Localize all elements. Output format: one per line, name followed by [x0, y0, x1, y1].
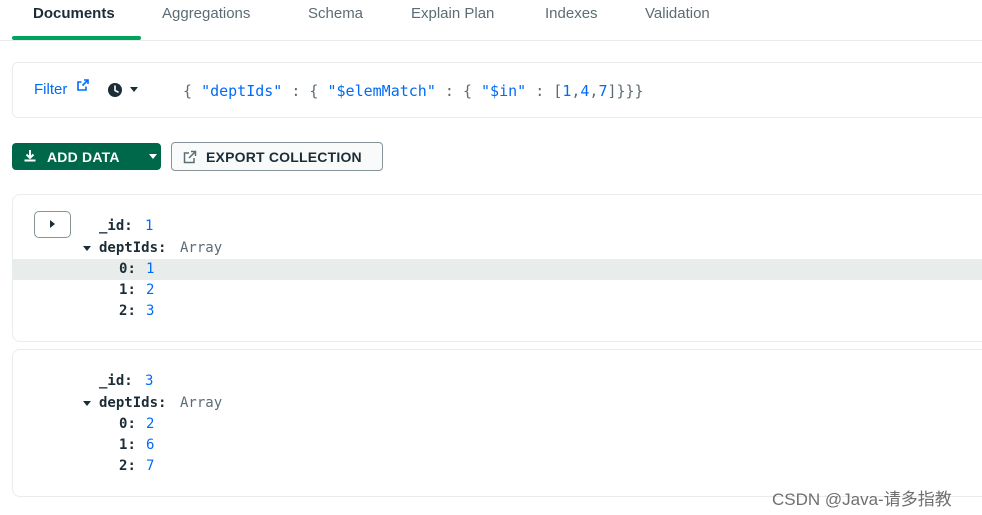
- field-type: Array: [180, 395, 223, 411]
- array-item-row: 1: 2: [13, 280, 982, 301]
- filter-bar: Filter { "deptIds" : { "$elemMatch" : { …: [12, 62, 982, 118]
- tab-documents[interactable]: Documents: [33, 0, 115, 41]
- tab-bar: Documents Aggregations Schema Explain Pl…: [0, 0, 982, 41]
- field-key: deptIds: [99, 395, 159, 411]
- add-data-button[interactable]: ADD DATA: [12, 143, 161, 170]
- field-row-id: _id: 1: [13, 216, 982, 237]
- active-tab-indicator: [12, 36, 141, 40]
- array-value: 7: [146, 458, 155, 474]
- field-row-id: _id: 3: [13, 371, 982, 392]
- array-item-row: 2: 3: [13, 301, 982, 322]
- external-link-icon[interactable]: [77, 79, 89, 91]
- watermark: CSDN @Java-请多指教: [772, 490, 952, 509]
- array-value: 2: [146, 416, 155, 432]
- export-collection-label: EXPORT COLLECTION: [206, 149, 362, 165]
- collapse-toggle-icon[interactable]: [83, 401, 91, 406]
- field-row-array: deptIds: Array: [13, 238, 982, 259]
- field-type: Array: [180, 240, 223, 256]
- array-item-row: 1: 6: [13, 435, 982, 456]
- field-key: _id: [99, 218, 125, 234]
- field-value: 1: [145, 218, 154, 234]
- tab-schema[interactable]: Schema: [308, 0, 363, 41]
- array-value: 1: [146, 261, 155, 277]
- array-item-row: 0: 2: [13, 414, 982, 435]
- array-value: 2: [146, 282, 155, 298]
- export-collection-button[interactable]: EXPORT COLLECTION: [171, 142, 383, 171]
- field-key: deptIds: [99, 240, 159, 256]
- field-key: _id: [99, 373, 125, 389]
- field-value: 3: [145, 373, 154, 389]
- tab-explain-plan[interactable]: Explain Plan: [411, 0, 494, 41]
- download-icon: [24, 150, 36, 162]
- array-item-row: 0: 1: [13, 259, 982, 280]
- add-data-label: ADD DATA: [47, 149, 120, 165]
- tab-validation[interactable]: Validation: [645, 0, 710, 41]
- export-icon: [183, 150, 197, 164]
- field-row-array: deptIds: Array: [13, 393, 982, 414]
- chevron-down-icon[interactable]: [130, 87, 138, 92]
- collapse-toggle-icon[interactable]: [83, 246, 91, 251]
- document-card: _id: 3 deptIds: Array 0: 2 1: 6 2: 7: [12, 349, 982, 497]
- chevron-down-icon[interactable]: [149, 154, 157, 159]
- array-value: 3: [146, 303, 155, 319]
- tab-indexes[interactable]: Indexes: [545, 0, 598, 41]
- array-value: 6: [146, 437, 155, 453]
- clock-icon[interactable]: [107, 82, 123, 98]
- filter-query-input[interactable]: { "deptIds" : { "$elemMatch" : { "$in" :…: [183, 80, 903, 102]
- filter-link[interactable]: Filter: [34, 81, 67, 98]
- document-card: _id: 1 deptIds: Array 0: 1 1: 2 2: 3: [12, 194, 982, 342]
- array-item-row: 2: 7: [13, 456, 982, 477]
- tab-aggregations[interactable]: Aggregations: [162, 0, 250, 41]
